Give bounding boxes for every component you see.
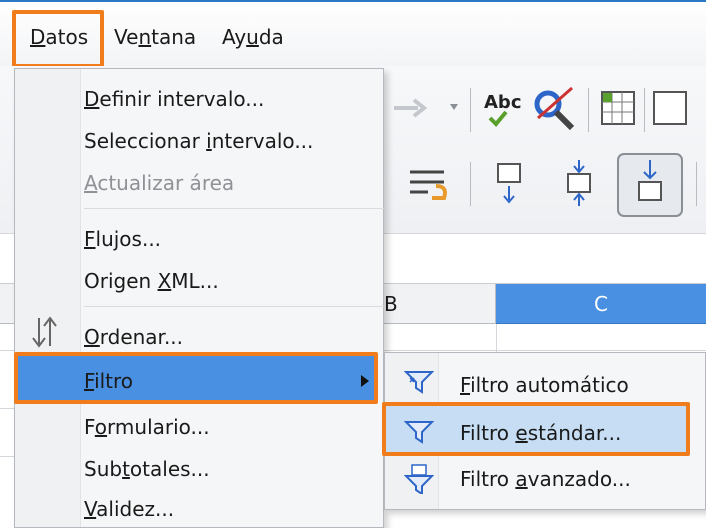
mi-mnemonic: A [84,171,98,195]
menubar: Datos Ventana Ayuda [0,2,706,66]
toolbar-divider [696,162,697,206]
toolbar-divider [470,162,471,206]
menu-ventana-pre: Ve [114,25,139,49]
mi-post: alidez... [96,497,175,521]
menu-ayuda-pre: Ay [222,25,247,49]
submenu-item-filtro-automatico[interactable]: Filtro automático [460,372,629,398]
autofilter-icon [404,371,434,394]
mi-mnemonic: o [94,415,108,439]
menu-separator [84,208,384,209]
sort-icon [32,316,57,348]
mi-post: rdenar... [99,325,184,349]
mi-mnemonic: V [84,497,97,521]
smi-mnemonic: a [515,467,528,491]
menu-item-flujos[interactable]: Flujos... [84,226,161,252]
mi-post: ntervalo... [211,129,314,153]
mi-pre: Seleccionar [84,129,207,153]
menu-ayuda[interactable]: Ayuda [222,24,284,50]
spellcheck-icon[interactable]: Abc [484,92,522,127]
smi-pre: Filtro [460,467,516,491]
align-top-icon[interactable] [497,163,521,204]
column-header-c[interactable]: C [496,284,706,324]
menu-icon-gutter [15,69,81,527]
mi-post: ML... [171,269,219,293]
menu-item-subtotales[interactable]: Subtotales... [84,456,210,482]
find-replace-icon[interactable] [534,86,575,131]
menu-ayuda-mnemonic: u [246,25,259,49]
menu-separator [84,306,384,307]
table-icon[interactable] [653,91,687,125]
filtro-estandar-highlight-box [382,402,690,456]
mi-pre: F [84,415,95,439]
mi-post: efinir intervalo... [99,87,265,111]
menu-item-origen-xml[interactable]: Origen XML... [84,268,219,294]
align-center-icon[interactable] [567,160,591,206]
menu-item-formulario[interactable]: Formulario... [84,414,210,440]
toolbar-icons: Abc [394,86,697,217]
menu-item-actualizar-area: Actualizar área [84,170,234,196]
smi-mnemonic: F [460,373,471,397]
grid-icon[interactable] [601,91,635,125]
menu-item-seleccionar-intervalo[interactable]: Seleccionar intervalo... [84,128,313,154]
datos-highlight-box [12,10,104,68]
submenu-item-filtro-avanzado[interactable]: Filtro avanzado... [460,466,631,492]
mi-post: rmulario... [107,415,210,439]
toolbar-divider [470,88,471,132]
smi-post: vanzado... [527,467,631,491]
menu-ventana[interactable]: Ventana [114,24,196,50]
chevron-down-icon[interactable] [450,104,458,110]
mi-mnemonic: X [157,269,172,293]
mi-mnemonic: t [122,457,130,481]
redo-icon[interactable] [394,98,428,118]
menu-item-definir-intervalo[interactable]: Definir intervalo... [84,86,264,112]
toolbar-divider [588,88,589,132]
mi-pre: Origen [84,269,158,293]
menu-item-validez[interactable]: Validez... [84,496,174,522]
mi-mnemonic: F [84,227,96,251]
menu-ventana-post: tana [151,25,197,49]
filtro-highlight-box [14,352,378,404]
toolbar-divider [644,88,645,132]
smi-post: iltro automático [470,373,629,397]
menu-ayuda-post: da [258,25,284,49]
column-header-b[interactable]: B [380,284,496,324]
menu-item-ordenar[interactable]: Ordenar... [84,324,183,350]
spellcheck-label: Abc [484,92,522,113]
mi-post: otales... [129,457,210,481]
advanced-filter-icon [404,464,434,494]
mi-mnemonic: O [84,325,100,349]
menu-ventana-mnemonic: n [138,25,152,49]
align-bottom-icon[interactable] [617,153,683,217]
mi-post: lujos... [95,227,162,251]
mi-mnemonic: D [84,87,100,111]
wrap-text-icon[interactable] [410,170,447,200]
mi-pre: Sub [84,457,123,481]
mi-post: ctualizar área [97,171,235,195]
